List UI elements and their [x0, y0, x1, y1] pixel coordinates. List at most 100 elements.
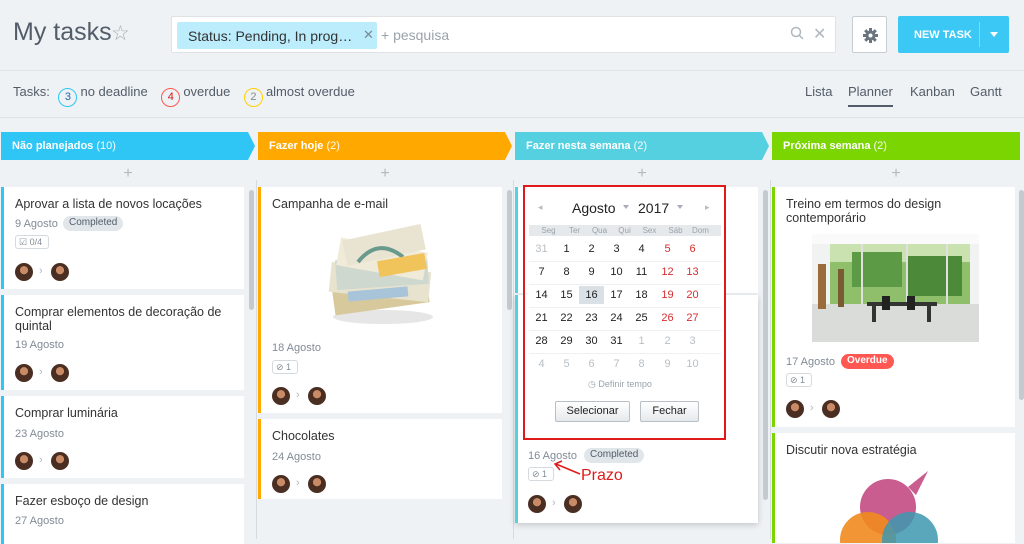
calendar-day[interactable]: 14 — [529, 286, 554, 304]
calendar-day[interactable]: 18 — [629, 286, 654, 304]
task-title[interactable]: Fazer esboço de design — [15, 494, 148, 508]
calendar-day[interactable]: 5 — [655, 240, 680, 258]
calendar-day[interactable]: 30 — [579, 332, 604, 350]
task-card[interactable]: Campanha de e-mail 18 Agosto ⊘ 1 › — [258, 187, 502, 413]
calendar-day[interactable]: 5 — [554, 355, 579, 373]
calendar-day[interactable]: 16 — [579, 286, 604, 304]
chevron-down-icon[interactable] — [677, 205, 683, 209]
avatar[interactable] — [564, 495, 582, 513]
task-card[interactable]: Chocolates 24 Agosto › — [258, 419, 502, 499]
avatar[interactable] — [822, 400, 840, 418]
calendar-day[interactable]: 25 — [629, 309, 654, 327]
calendar-day[interactable]: 8 — [554, 263, 579, 281]
calendar-day[interactable]: 23 — [579, 309, 604, 327]
filter-chip[interactable]: Status: Pending, In prog… — [177, 22, 377, 49]
search-icon[interactable] — [790, 26, 804, 40]
avatar[interactable] — [51, 364, 69, 382]
task-title[interactable]: Discutir nova estratégia — [786, 443, 917, 457]
add-task-button[interactable]: + — [886, 165, 906, 183]
avatar[interactable] — [15, 364, 33, 382]
task-title[interactable]: Comprar luminária — [15, 406, 118, 420]
avatar[interactable] — [786, 400, 804, 418]
counter-label[interactable]: overdue — [183, 84, 230, 99]
calendar-day[interactable]: 6 — [579, 355, 604, 373]
task-title[interactable]: Campanha de e-mail — [272, 197, 388, 211]
chevron-left-icon[interactable]: ◂ — [538, 202, 543, 213]
calendar-day[interactable]: 28 — [529, 332, 554, 350]
task-card[interactable]: Aprovar a lista de novos locações 9 Agos… — [1, 187, 244, 289]
calendar-day[interactable]: 3 — [604, 240, 629, 258]
scrollbar[interactable] — [1019, 190, 1024, 400]
close-icon[interactable]: ✕ — [363, 27, 374, 43]
calendar-day[interactable]: 7 — [529, 263, 554, 281]
calendar-day[interactable]: 9 — [579, 263, 604, 281]
calendar-day[interactable]: 29 — [554, 332, 579, 350]
calendar-day[interactable]: 6 — [680, 240, 705, 258]
avatar[interactable] — [528, 495, 546, 513]
view-tab-lista[interactable]: Lista — [805, 84, 832, 99]
task-deadline[interactable]: 9 Agosto — [15, 218, 58, 230]
task-deadline[interactable]: 18 Agosto — [272, 342, 321, 354]
counter-label[interactable]: almost overdue — [266, 84, 355, 99]
calendar-day[interactable]: 20 — [680, 286, 705, 304]
select-button[interactable]: Selecionar — [555, 401, 630, 422]
date-picker[interactable]: ◂ Agosto 2017 ▸ Seg Ter Qua Qui Sex Sáb … — [523, 185, 726, 440]
star-icon[interactable]: ☆ — [111, 21, 130, 46]
view-tab-kanban[interactable]: Kanban — [910, 84, 955, 99]
avatar[interactable] — [15, 263, 33, 281]
task-title[interactable]: Treino em termos do design contemporário — [786, 197, 1006, 225]
avatar[interactable] — [308, 387, 326, 405]
avatar[interactable] — [51, 452, 69, 470]
calendar-day[interactable]: 10 — [680, 355, 705, 373]
avatar[interactable] — [272, 387, 290, 405]
calendar-year[interactable]: 2017 — [638, 200, 669, 216]
avatar[interactable] — [51, 263, 69, 281]
chevron-down-icon[interactable] — [990, 32, 998, 37]
scrollbar[interactable] — [507, 190, 512, 310]
task-card[interactable]: Treino em termos do design contemporário… — [772, 187, 1015, 427]
stage-header-this-week[interactable]: Fazer nesta semana (2) — [515, 132, 647, 160]
calendar-day[interactable]: 9 — [655, 355, 680, 373]
calendar-day[interactable]: 4 — [529, 355, 554, 373]
calendar-day[interactable]: 12 — [655, 263, 680, 281]
calendar-day[interactable]: 1 — [629, 332, 654, 350]
calendar-month[interactable]: Agosto — [572, 200, 616, 216]
close-button[interactable]: Fechar — [640, 401, 699, 422]
avatar[interactable] — [272, 475, 290, 493]
calendar-day[interactable]: 19 — [655, 286, 680, 304]
calendar-day[interactable]: 15 — [554, 286, 579, 304]
counter-badge[interactable]: 2 — [243, 88, 263, 107]
avatar[interactable] — [308, 475, 326, 493]
task-card[interactable]: Discutir nova estratégia — [772, 433, 1015, 543]
task-title[interactable]: Aprovar a lista de novos locações — [15, 197, 202, 211]
task-title[interactable]: Chocolates — [272, 429, 335, 443]
task-title[interactable]: Comprar elementos de decoração de quinta… — [15, 305, 240, 333]
task-card[interactable]: Comprar luminária 23 Agosto › — [1, 396, 244, 478]
clear-icon[interactable]: ✕ — [813, 24, 826, 44]
calendar-day[interactable]: 2 — [579, 240, 604, 258]
task-deadline[interactable]: 23 Agosto — [15, 428, 64, 440]
scrollbar[interactable] — [763, 190, 768, 500]
add-task-button[interactable]: + — [375, 165, 395, 183]
calendar-day[interactable]: 7 — [604, 355, 629, 373]
search-input[interactable]: + pesquisa — [381, 27, 449, 43]
calendar-day[interactable]: 13 — [680, 263, 705, 281]
calendar-day[interactable]: 8 — [629, 355, 654, 373]
calendar-day[interactable]: 10 — [604, 263, 629, 281]
calendar-day[interactable]: 4 — [629, 240, 654, 258]
task-deadline[interactable]: 19 Agosto — [15, 339, 64, 351]
view-tab-planner[interactable]: Planner — [848, 84, 893, 107]
stage-header-unplanned[interactable]: Não planejados (10) — [1, 132, 116, 160]
task-card[interactable]: Comprar elementos de decoração de quinta… — [1, 295, 244, 390]
calendar-day[interactable]: 22 — [554, 309, 579, 327]
chevron-right-icon[interactable]: ▸ — [705, 202, 710, 213]
settings-button[interactable] — [852, 16, 887, 53]
counter-label[interactable]: no deadline — [80, 84, 147, 99]
task-deadline[interactable]: 17 Agosto — [786, 356, 835, 368]
add-task-button[interactable]: + — [632, 165, 652, 183]
calendar-day[interactable]: 21 — [529, 309, 554, 327]
set-time-link[interactable]: ◷ Definir tempo — [588, 379, 652, 390]
calendar-day[interactable]: 31 — [529, 240, 554, 258]
scrollbar[interactable] — [249, 190, 254, 310]
add-task-button[interactable]: + — [118, 165, 138, 183]
